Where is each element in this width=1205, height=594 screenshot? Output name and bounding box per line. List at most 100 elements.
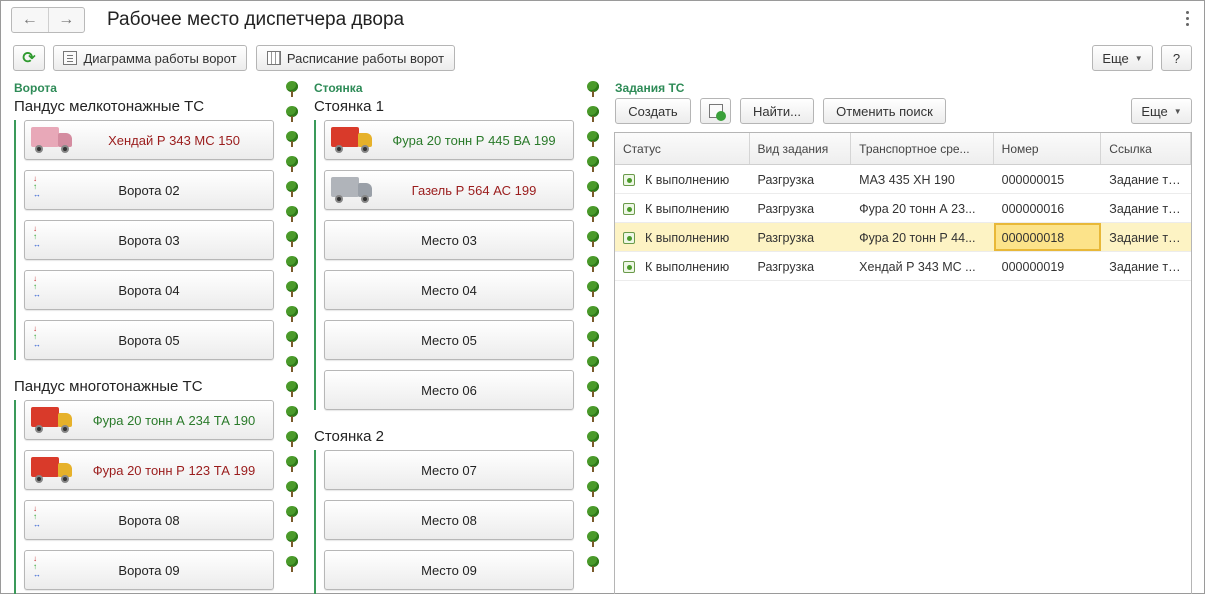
create-button[interactable]: Создать <box>615 98 691 124</box>
tasks-heading: Задания ТС <box>615 81 685 95</box>
parking-tile[interactable]: Место 09 <box>324 550 574 590</box>
table-row[interactable]: К выполнению Разгрузка Фура 20 тонн А 23… <box>615 194 1191 223</box>
tree-icon <box>285 306 299 322</box>
column-header-kind[interactable]: Вид задания <box>750 133 852 164</box>
tree-icon <box>285 531 299 547</box>
gate-tile-label: Ворота 05 <box>118 333 180 348</box>
tree-icon <box>285 281 299 297</box>
tree-icon <box>586 131 600 147</box>
gate-tile[interactable]: ↓ ↑ ↔ Ворота 04 <box>24 270 274 310</box>
tree-icon <box>285 481 299 497</box>
tree-icon <box>285 256 299 272</box>
vehicle-cell: МАЗ 435 ХН 190 <box>859 173 955 187</box>
tree-icon <box>285 131 299 147</box>
tree-icon <box>586 81 600 97</box>
parking-tile-label: Место 07 <box>421 463 477 478</box>
tree-icon <box>285 406 299 422</box>
find-button[interactable]: Найти... <box>740 98 814 124</box>
gate-tile[interactable]: Фура 20 тонн Р 123 ТА 199 <box>24 450 274 490</box>
tree-icon <box>285 556 299 572</box>
forward-arrow-icon[interactable]: → <box>47 8 85 32</box>
parking-tile-label: Место 03 <box>421 233 477 248</box>
parking-tile[interactable]: Место 08 <box>324 500 574 540</box>
table-row-selected[interactable]: К выполнению Разгрузка Фура 20 тонн Р 44… <box>615 223 1191 252</box>
column-header-vehicle[interactable]: Транспортное сре... <box>851 133 994 164</box>
refresh-button[interactable]: ⟳ <box>13 45 45 71</box>
table-row[interactable]: К выполнению Разгрузка Хендай Р 343 МС .… <box>615 252 1191 281</box>
table-icon <box>266 51 281 65</box>
column-header-number[interactable]: Номер <box>994 133 1102 164</box>
document-icon <box>63 51 78 65</box>
link-cell: Задание тран <box>1109 231 1189 245</box>
parking-tile-label: Газель Р 564 АС 199 <box>411 183 537 198</box>
back-arrow-icon[interactable]: ← <box>12 8 48 32</box>
status-cell: К выполнению <box>615 252 750 280</box>
gate-schedule-button[interactable]: Расписание работы ворот <box>256 45 455 71</box>
link-cell: Задание тран <box>1109 202 1189 216</box>
parking-tile[interactable]: Место 03 <box>324 220 574 260</box>
create-label: Создать <box>628 103 678 119</box>
tree-icon <box>285 356 299 372</box>
parking-tile[interactable]: Место 07 <box>324 450 574 490</box>
cancel-search-button[interactable]: Отменить поиск <box>823 98 946 124</box>
red-truck-icon <box>31 455 73 485</box>
number-cell-focused[interactable]: 000000018 <box>993 223 1102 251</box>
tree-icon <box>586 506 600 522</box>
parking-tile[interactable]: Место 05 <box>324 320 574 360</box>
column-header-status[interactable]: Статус <box>615 133 750 164</box>
table-row[interactable]: К выполнению Разгрузка МАЗ 435 ХН 190 00… <box>615 165 1191 194</box>
add-copy-button[interactable] <box>700 98 731 124</box>
parking-tile[interactable]: Место 04 <box>324 270 574 310</box>
tree-icon <box>586 256 600 272</box>
tree-icon <box>285 206 299 222</box>
parking-group-title: Стоянка 1 <box>314 98 385 115</box>
tree-icon <box>285 106 299 122</box>
kebab-menu-icon[interactable] <box>1186 11 1190 26</box>
parking-tile[interactable]: Место 06 <box>324 370 574 410</box>
gate-tile[interactable]: Хендай Р 343 МС 150 <box>24 120 274 160</box>
gate-tile[interactable]: ↓ ↑ ↔ Ворота 08 <box>24 500 274 540</box>
status-cell: К выполнению <box>615 194 750 222</box>
caret-down-icon: ▼ <box>1134 53 1143 63</box>
gate-schedule-label: Расписание работы ворот <box>286 50 445 66</box>
group-divider <box>14 120 16 360</box>
parking-tile-label: Место 09 <box>421 563 477 578</box>
gate-tile[interactable]: ↓ ↑ ↔ Ворота 05 <box>24 320 274 360</box>
pink-truck-icon <box>31 125 73 155</box>
tree-icon <box>586 106 600 122</box>
kind-cell: Разгрузка <box>757 231 815 245</box>
gate-tile[interactable]: Фура 20 тонн А 234 ТА 190 <box>24 400 274 440</box>
parking-tile-label: Фура 20 тонн Р 445 ВА 199 <box>392 133 556 148</box>
tree-icon <box>586 206 600 222</box>
help-label: ? <box>1172 50 1181 66</box>
tree-icon <box>586 406 600 422</box>
parking-tile[interactable]: Фура 20 тонн Р 445 ВА 199 <box>324 120 574 160</box>
parking-heading: Стоянка <box>314 81 363 95</box>
tree-icon <box>285 331 299 347</box>
column-header-link[interactable]: Ссылка <box>1101 133 1191 164</box>
parking-group-title: Стоянка 2 <box>314 428 385 445</box>
tree-icon <box>586 431 600 447</box>
help-button[interactable]: ? <box>1161 45 1192 71</box>
find-label: Найти... <box>753 103 801 119</box>
tasks-more-button[interactable]: Еще ▼ <box>1131 98 1192 124</box>
gate-tile[interactable]: ↓ ↑ ↔ Ворота 09 <box>24 550 274 590</box>
separator-trees <box>285 81 301 581</box>
gate-tile[interactable]: ↓ ↑ ↔ Ворота 02 <box>24 170 274 210</box>
status-cell: К выполнению <box>615 165 750 193</box>
tree-icon <box>285 156 299 172</box>
more-label: Еще <box>1102 50 1129 66</box>
kind-cell: Разгрузка <box>757 260 815 274</box>
tree-icon <box>285 456 299 472</box>
parking-tile[interactable]: Газель Р 564 АС 199 <box>324 170 574 210</box>
gate-tile[interactable]: ↓ ↑ ↔ Ворота 03 <box>24 220 274 260</box>
gate-diagram-button[interactable]: Диаграмма работы ворот <box>53 45 247 71</box>
tree-icon <box>586 556 600 572</box>
more-menu-button[interactable]: Еще ▼ <box>1092 45 1153 71</box>
parking-tile-label: Место 05 <box>421 333 477 348</box>
kind-cell: Разгрузка <box>757 173 815 187</box>
page-title: Рабочее место диспетчера двора <box>107 9 405 30</box>
tree-icon <box>586 231 600 247</box>
grey-van-icon <box>331 175 373 205</box>
group-divider <box>314 450 316 594</box>
